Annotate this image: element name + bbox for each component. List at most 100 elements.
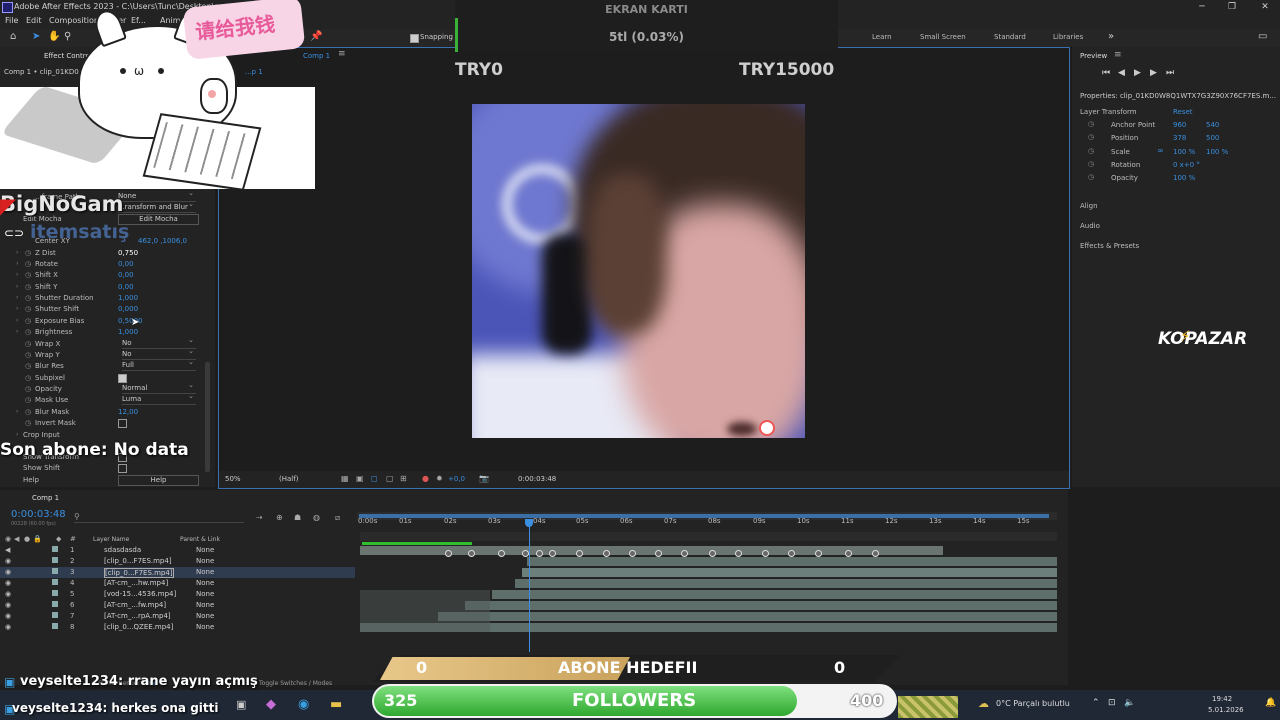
blur-mask-value[interactable]: 12,00 — [118, 408, 138, 416]
parent-dropdown[interactable]: None — [196, 612, 214, 620]
scale-link-icon[interactable]: ∞ — [1157, 146, 1164, 155]
layer-name[interactable]: [AT-cm_...hw.mp4] — [104, 579, 168, 587]
stopwatch-icon[interactable]: ◷ — [25, 317, 31, 325]
position-x-value[interactable]: 378 — [1173, 134, 1186, 142]
timeline-tab[interactable]: Comp 1 — [32, 494, 59, 502]
eye-icon[interactable]: ◉ — [5, 612, 11, 620]
minimize-button[interactable]: ─ — [1187, 0, 1217, 15]
reset-link[interactable]: Reset — [1173, 108, 1193, 116]
layer-row[interactable]: ◉ 5 [vod-15...4536.mp4] None — [0, 589, 355, 600]
stopwatch-icon[interactable]: ◷ — [1088, 133, 1094, 141]
stopwatch-icon[interactable]: ◷ — [1088, 160, 1094, 168]
track-bar[interactable] — [515, 579, 1057, 588]
last-frame-icon[interactable]: ⏭ — [1166, 68, 1174, 78]
close-button[interactable]: ✕ — [1250, 0, 1280, 15]
expand-arrow-icon[interactable]: › — [16, 249, 18, 256]
keyframe-marker[interactable] — [788, 550, 795, 557]
timecode[interactable]: 0:00:03:48 — [11, 509, 66, 520]
stopwatch-icon[interactable]: ◷ — [25, 294, 31, 302]
eye-icon[interactable]: ◉ — [5, 557, 11, 565]
anchor-y-value[interactable]: 540 — [1206, 121, 1219, 129]
expand-arrow-icon[interactable]: › — [16, 260, 18, 267]
clock-time[interactable]: 19:42 — [1212, 695, 1232, 703]
subpixel-checkbox[interactable] — [118, 374, 127, 383]
volume-icon[interactable]: 🔈 — [1124, 698, 1135, 708]
parent-dropdown[interactable]: None — [196, 601, 214, 609]
wrap-y-dropdown[interactable]: No — [122, 347, 196, 360]
tray-chevron-icon[interactable]: ⌃ — [1092, 698, 1100, 708]
position-y-value[interactable]: 500 — [1206, 134, 1219, 142]
label-color-icon[interactable] — [52, 590, 58, 596]
workspace-small-screen[interactable]: Small Screen — [920, 33, 966, 41]
current-time[interactable]: 0:00:03:48 — [518, 475, 556, 483]
preview-menu-icon[interactable]: ≡ — [1114, 50, 1122, 60]
track-bar[interactable] — [492, 590, 1057, 599]
graph-editor-icon[interactable]: ⧄ — [335, 513, 340, 523]
maximize-button[interactable]: ❐ — [1217, 0, 1247, 15]
expand-arrow-icon[interactable]: › — [16, 271, 18, 278]
tab-menu-icon[interactable]: ≡ — [338, 49, 346, 59]
track-bar[interactable] — [465, 601, 1057, 610]
stopwatch-icon[interactable]: ◷ — [25, 328, 31, 336]
expand-arrow-icon[interactable]: › — [16, 328, 18, 335]
transparency-icon[interactable]: ⊞ — [400, 474, 407, 483]
zoom-dropdown[interactable]: 50% — [225, 475, 241, 483]
rotation-value[interactable]: 0 x+0 ° — [1173, 161, 1200, 169]
expand-arrow-icon[interactable]: › — [16, 294, 18, 301]
resolution-dropdown[interactable]: (Half) — [279, 475, 298, 483]
parent-dropdown[interactable]: None — [196, 546, 214, 554]
edit-mocha-button[interactable]: Edit Mocha — [118, 214, 199, 225]
parent-dropdown[interactable]: None — [196, 579, 214, 587]
panel-scrollbar[interactable] — [205, 362, 210, 472]
label-color-icon[interactable] — [52, 612, 58, 618]
keyframe-marker[interactable] — [762, 550, 769, 557]
keyframe-marker[interactable] — [498, 550, 505, 557]
layer-name[interactable]: [clip_0...F7ES.mp4] — [104, 568, 174, 578]
prev-frame-icon[interactable]: ◀ — [1118, 68, 1125, 78]
keyframe-marker[interactable] — [468, 550, 475, 557]
layer-name[interactable]: [clip_0...QZEE.mp4] — [104, 623, 173, 631]
keyframe-marker[interactable] — [655, 550, 662, 557]
grid-icon[interactable]: ▦ — [341, 474, 349, 483]
layer-name[interactable]: [AT-cm_...fw.mp4] — [104, 601, 166, 609]
prop-value[interactable]: 1,000 — [118, 328, 138, 336]
label-color-icon[interactable] — [52, 557, 58, 563]
work-area-range[interactable] — [359, 514, 1049, 518]
snapping-checkbox[interactable] — [410, 34, 419, 43]
exposure-icon[interactable]: ✹ — [436, 474, 443, 483]
stopwatch-icon[interactable]: ◷ — [25, 351, 31, 359]
layer-row[interactable]: ◉ 6 [AT-cm_...fw.mp4] None — [0, 600, 355, 611]
eye-icon[interactable]: ◉ — [5, 601, 11, 609]
expand-arrow-icon[interactable]: › — [16, 431, 18, 438]
blur-res-dropdown[interactable]: Full — [122, 358, 196, 371]
invert-mask-checkbox[interactable] — [118, 419, 127, 428]
prop-value[interactable]: 0,00 — [118, 283, 134, 291]
expand-arrow-icon[interactable]: › — [16, 283, 18, 290]
parent-dropdown[interactable]: None — [196, 590, 214, 598]
first-frame-icon[interactable]: ⏮ — [1102, 68, 1110, 78]
opacity-value[interactable]: 100 % — [1173, 174, 1195, 182]
mode-dropdown[interactable]: ...ransform and Blur — [118, 200, 196, 213]
clock-date[interactable]: 5.01.2026 — [1208, 706, 1244, 714]
label-color-icon[interactable] — [52, 623, 58, 629]
more-workspaces-icon[interactable]: » — [1108, 31, 1114, 42]
keyframe-marker[interactable] — [536, 550, 543, 557]
layer-row[interactable]: ◀ 1 sdasdasda None — [0, 545, 355, 556]
layer-row[interactable]: ◉ 4 [AT-cm_...hw.mp4] None — [0, 578, 355, 589]
play-icon[interactable]: ▶ — [1134, 68, 1141, 78]
help-button[interactable]: Help — [118, 475, 199, 486]
eye-icon[interactable]: ◉ — [5, 579, 11, 587]
next-frame-icon[interactable]: ▶ — [1150, 68, 1157, 78]
weather-text[interactable]: 0°C Parçalı bulutlu — [996, 699, 1070, 708]
prop-value[interactable]: 0,00 — [118, 260, 134, 268]
stopwatch-icon[interactable]: ◷ — [25, 374, 31, 382]
keyframe-marker[interactable] — [549, 550, 556, 557]
keyframe-marker[interactable] — [872, 550, 879, 557]
anchor-x-value[interactable]: 960 — [1173, 121, 1186, 129]
work-area-bar[interactable] — [357, 512, 1057, 520]
opacity-dropdown[interactable]: Normal — [122, 381, 196, 394]
expand-arrow-icon[interactable]: › — [16, 317, 18, 324]
eye-icon[interactable]: ◉ — [5, 568, 11, 576]
prop-value[interactable]: 0,000 — [118, 305, 138, 313]
layer-row[interactable]: ◉ 7 [AT-cm_...rpA.mp4] None — [0, 611, 355, 622]
